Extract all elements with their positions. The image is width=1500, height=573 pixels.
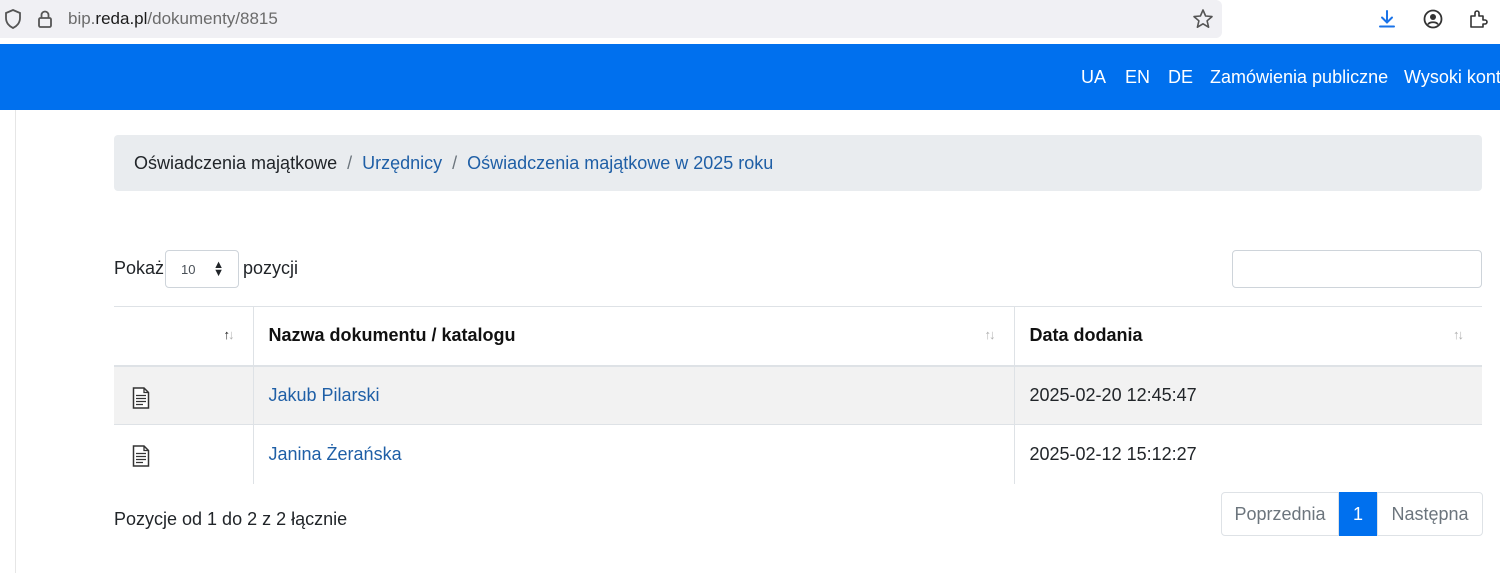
breadcrumb-current: Oświadczenia majątkowe [134, 152, 338, 173]
column-header-type[interactable]: ↑↓ [114, 307, 253, 366]
breadcrumb-separator: / [452, 152, 458, 173]
shield-icon[interactable] [2, 8, 24, 30]
row-date-cell: 2025-02-20 12:45:47 [1013, 365, 1482, 425]
page-left-border [15, 110, 16, 573]
table-row: Janina Żerańska 2025-02-12 15:12:27 [114, 424, 1482, 484]
address-bar[interactable]: bip.reda.pl/dokumenty/8815 [0, 0, 1222, 38]
page-length-value: 10 [181, 261, 196, 277]
download-icon[interactable] [1375, 7, 1399, 31]
document-link[interactable]: Jakub Pilarski [269, 385, 380, 405]
sort-ascending-icon: ↑↓ [223, 327, 235, 342]
documents-table: ↑↓ Nazwa dokumentu / katalogu ↑↓ Data do… [114, 306, 1482, 484]
pagination: Poprzednia 1 Następna [1221, 492, 1483, 536]
bookmark-star-icon[interactable] [1192, 8, 1214, 30]
lock-icon[interactable] [34, 8, 56, 30]
nav-link-high-contrast[interactable]: Wysoki kont [1404, 67, 1500, 88]
document-link[interactable]: Janina Żerańska [269, 444, 402, 464]
length-label-prefix: Pokaż [114, 258, 165, 278]
nav-link-de[interactable]: DE [1168, 67, 1193, 88]
table-info: Pozycje od 1 do 2 z 2 łącznie [114, 509, 348, 529]
page-length-select[interactable]: 10 ▲ ▼ [165, 250, 239, 288]
account-icon[interactable] [1421, 7, 1445, 31]
breadcrumb: Oświadczenia majątkowe / Urzędnicy / Ośw… [114, 135, 1482, 191]
document-icon[interactable] [132, 386, 150, 409]
pagination-page-1-button[interactable]: 1 [1339, 492, 1377, 536]
row-name-cell: Janina Żerańska [252, 424, 1014, 484]
row-icon-cell [114, 425, 253, 484]
search-input[interactable] [1232, 250, 1482, 288]
breadcrumb-link-2025[interactable]: Oświadczenia majątkowe w 2025 roku [467, 153, 773, 174]
nav-link-public-procurement[interactable]: Zamówienia publiczne [1210, 67, 1388, 88]
nav-link-en[interactable]: EN [1125, 67, 1150, 88]
breadcrumb-separator: / [347, 152, 353, 173]
sort-icon: ↑↓ [1453, 327, 1464, 342]
extensions-icon[interactable] [1466, 7, 1490, 31]
column-header-date[interactable]: Data dodania ↑↓ [1013, 306, 1482, 366]
pagination-next-button[interactable]: Następna [1377, 492, 1483, 536]
row-date-cell: 2025-02-12 15:12:27 [1013, 424, 1482, 484]
nav-link-ua[interactable]: UA [1081, 67, 1106, 88]
table-row: Jakub Pilarski 2025-02-20 12:45:47 [114, 365, 1482, 425]
document-icon[interactable] [132, 445, 150, 467]
row-icon-cell [114, 366, 253, 425]
length-label-suffix: pozycji [243, 258, 299, 278]
pagination-previous-button[interactable]: Poprzednia [1221, 492, 1339, 536]
row-name-cell: Jakub Pilarski [252, 365, 1014, 425]
browser-toolbar: bip.reda.pl/dokumenty/8815 [0, 0, 1500, 40]
top-navigation: UA EN DE Zamówienia publiczne Wysoki kon… [0, 44, 1500, 110]
table-header-row: ↑↓ Nazwa dokumentu / katalogu ↑↓ Data do… [114, 306, 1482, 366]
url-text[interactable]: bip.reda.pl/dokumenty/8815 [68, 9, 278, 29]
select-caret-icon: ▲ ▼ [213, 259, 224, 279]
breadcrumb-link-urzednicy[interactable]: Urzędnicy [362, 153, 442, 174]
sort-icon: ↑↓ [984, 327, 996, 342]
column-header-name[interactable]: Nazwa dokumentu / katalogu ↑↓ [252, 306, 1014, 366]
